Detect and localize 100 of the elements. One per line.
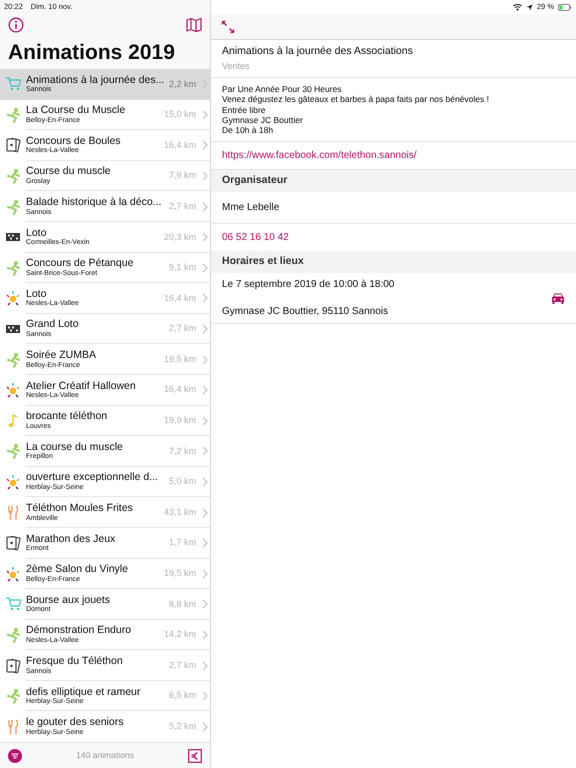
phone-link[interactable]: 06 52 16 10 42 xyxy=(222,232,289,244)
runner-icon xyxy=(5,352,21,368)
event-distance: 9,1 km xyxy=(168,261,196,274)
detail-category: Ventes xyxy=(222,60,251,73)
event-distance: 16,4 km xyxy=(164,292,196,305)
event-title: brocante téléthon xyxy=(26,411,108,423)
chevron-icon xyxy=(200,384,210,396)
event-distance: 16,4 km xyxy=(164,138,196,152)
chevron-icon xyxy=(200,170,210,182)
event-title: defis elliptique et rameur xyxy=(26,686,142,698)
description-line: Venez dégustez les gâteaux et barbes à papa faits par nos bénévoles ! xyxy=(222,94,490,105)
runner-icon xyxy=(5,688,21,704)
cards-icon xyxy=(5,658,21,674)
event-distance: 8,8 km xyxy=(168,598,196,611)
map-icon[interactable] xyxy=(186,17,202,33)
chevron-icon xyxy=(200,262,210,274)
event-title: Démonstration Enduro xyxy=(26,625,132,636)
chevron-icon xyxy=(200,598,210,610)
event-distance: 16,4 km xyxy=(164,383,196,396)
chevron-icon xyxy=(200,354,210,366)
sun-icon xyxy=(5,382,21,398)
event-distance: 7,9 km xyxy=(168,169,196,182)
event-distance: 1,7 km xyxy=(168,536,196,550)
event-title: Loto xyxy=(26,228,46,239)
location-icon xyxy=(526,4,533,10)
battery-icon xyxy=(558,4,572,10)
info-icon[interactable] xyxy=(8,17,24,33)
page-title: Animations 2019 xyxy=(8,40,176,66)
event-title: ouverture exceptionnelle d... xyxy=(26,472,159,484)
event-title: Marathon des Jeux xyxy=(26,534,116,545)
animation-count: 140 animations xyxy=(76,749,134,762)
event-distance: 19,9 km xyxy=(164,414,196,428)
event-distance: 2,7 km xyxy=(168,200,196,213)
event-distance: 2,2 km xyxy=(168,78,196,91)
event-title: Atelier Créatif Hallowen xyxy=(26,380,137,392)
event-date: Le 7 septembre 2019 de 10:00 à 18:00 xyxy=(222,278,396,292)
event-title: Balade historique à la déco... xyxy=(26,197,162,208)
event-title: le gouter des seniors xyxy=(26,717,124,728)
chevron-icon xyxy=(200,506,210,519)
event-title: Fresque du Téléthon xyxy=(26,656,124,668)
event-distance: 5,0 km xyxy=(168,475,196,488)
cart-icon xyxy=(5,596,21,612)
chevron-icon xyxy=(200,568,210,580)
event-title: Téléthon Moules Frites xyxy=(26,502,134,514)
cards-icon xyxy=(5,137,21,154)
expand-icon[interactable] xyxy=(221,20,235,34)
filter-icon[interactable] xyxy=(8,748,22,762)
chevron-icon xyxy=(200,200,210,213)
runner-icon xyxy=(5,106,21,123)
event-title: Grand Loto xyxy=(26,319,80,330)
chevron-icon xyxy=(200,78,210,90)
event-distance: 19,5 km xyxy=(164,567,196,580)
event-distance: 43,1 km xyxy=(164,506,196,519)
event-title: La course du muscle xyxy=(26,442,124,453)
chevron-icon xyxy=(200,108,210,121)
event-distance: 5,2 km xyxy=(168,720,196,734)
chevron-icon xyxy=(200,414,210,427)
cards-icon xyxy=(5,535,21,552)
event-address: Gymnase JC Bouttier, 95110 Sannois xyxy=(222,304,390,319)
event-distance: 20,3 km xyxy=(164,230,196,244)
sun-icon xyxy=(5,566,21,582)
event-distance: 2,7 km xyxy=(168,658,196,672)
event-distance: 19,5 km xyxy=(164,352,196,366)
section-heading: Organisateur xyxy=(211,170,576,192)
event-title: Course du muscle xyxy=(26,166,112,178)
section-heading: Horaires et lieux xyxy=(211,251,576,273)
runner-icon xyxy=(5,260,21,276)
event-title: La Course du Muscle xyxy=(26,105,126,116)
description-line: Gymnase JC Bouttier xyxy=(222,114,304,126)
runner-icon xyxy=(5,168,21,184)
event-title: Concours de Boules xyxy=(26,136,122,147)
website-link[interactable]: https://www.facebook.com/telethon.sannois/ xyxy=(222,150,417,162)
event-title: Bourse aux jouets xyxy=(26,594,112,606)
organizer-name: Mme Lebelle xyxy=(222,202,280,214)
sun-icon xyxy=(5,290,21,306)
event-distance: 7,2 km xyxy=(168,444,196,458)
event-distance: 15,0 km xyxy=(164,108,196,122)
chevron-icon xyxy=(200,139,210,152)
detail-title: Animations à la journée des Associations xyxy=(222,44,414,59)
event-distance: 14,2 km xyxy=(164,628,196,642)
sun-icon xyxy=(5,474,21,490)
event-title: Soirée ZUMBA xyxy=(26,350,98,362)
chevron-icon xyxy=(200,537,210,550)
description-line: De 10h à 18h xyxy=(222,125,274,136)
event-title: 2ème Salon du Vinyle xyxy=(26,564,129,576)
runner-icon xyxy=(5,198,21,215)
wifi-icon xyxy=(512,3,522,11)
chevron-icon xyxy=(200,660,210,672)
chevron-icon xyxy=(200,628,210,641)
chevron-icon xyxy=(200,292,210,304)
event-distance: 6,5 km xyxy=(168,689,196,702)
event-title: Animations à la journée des... xyxy=(26,74,166,86)
runner-icon xyxy=(5,626,21,643)
chevron-icon xyxy=(200,445,210,458)
chevron-icon xyxy=(200,476,210,488)
car-icon[interactable] xyxy=(551,292,565,304)
chevron-icon xyxy=(200,720,210,733)
chevron-icon xyxy=(200,323,210,336)
chevron-icon xyxy=(200,690,210,702)
event-title: Loto xyxy=(26,288,46,300)
